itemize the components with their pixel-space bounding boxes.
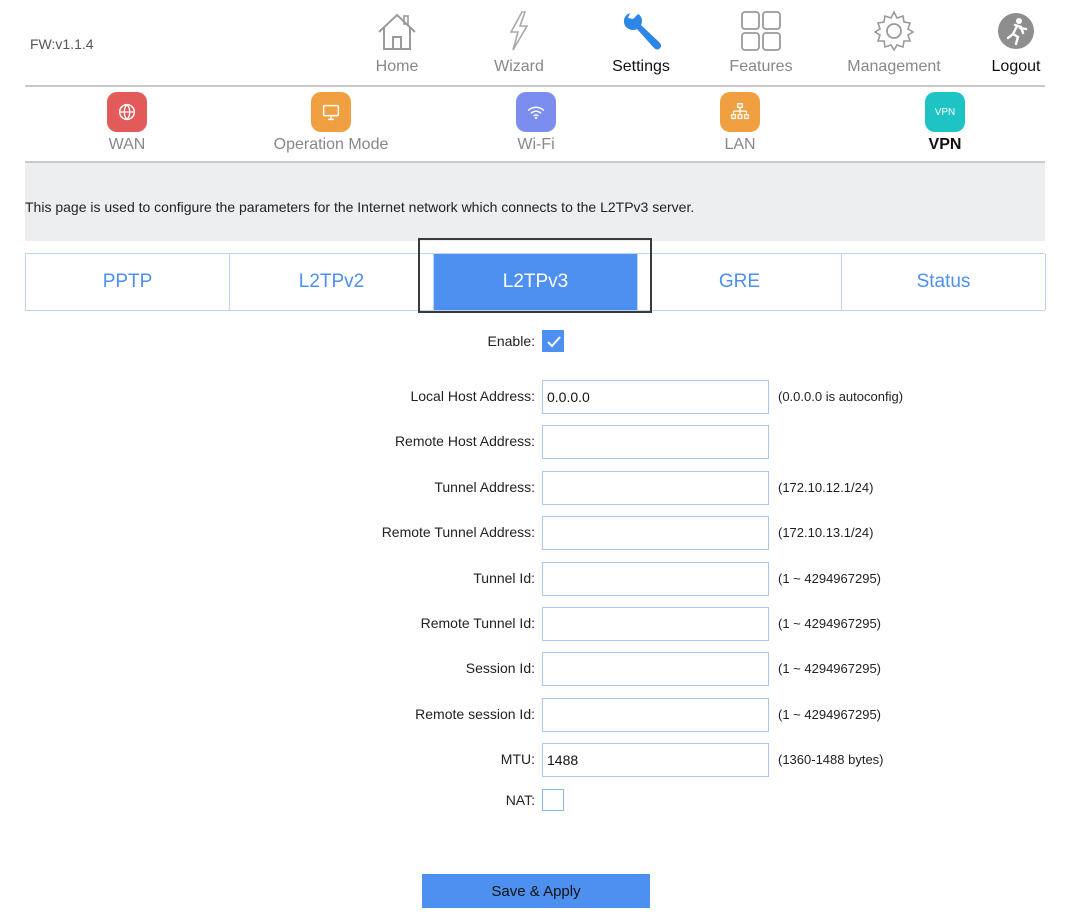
vpn-icon: VPN <box>925 92 965 132</box>
tunnel-address-input[interactable] <box>542 471 769 505</box>
tunnel-id-hint: (1 ~ 4294967295) <box>778 571 882 586</box>
enable-row: Enable: <box>0 326 1070 360</box>
save-apply-button[interactable]: Save & Apply <box>422 874 650 908</box>
remote-tunnel-id-hint: (1 ~ 4294967295) <box>778 616 882 631</box>
top-bar: FW:v1.1.4 Home Wizard Settings Features <box>0 0 1070 86</box>
info-banner: This page is used to configure the param… <box>25 163 1045 241</box>
nav-management-label: Management <box>847 58 941 75</box>
session-id-input[interactable] <box>542 652 769 686</box>
home-icon <box>378 13 416 50</box>
nav-logout-label: Logout <box>991 58 1041 75</box>
tab-gre[interactable]: GRE <box>638 254 842 310</box>
tunnel-address-label: Tunnel Address: <box>434 479 535 495</box>
wrench-icon <box>623 13 662 50</box>
tab-l2tpv3[interactable]: L2TPv3 <box>434 254 638 310</box>
tab-l2tpv2[interactable]: L2TPv2 <box>230 254 434 310</box>
subnav-lan[interactable]: LAN <box>665 88 815 160</box>
tunnel-id-label: Tunnel Id: <box>473 570 535 586</box>
tunnel-address-hint: (172.10.12.1/24) <box>778 480 874 495</box>
network-icon <box>720 92 760 132</box>
local-host-address-hint: (0.0.0.0 is autoconfig) <box>778 389 904 404</box>
firmware-version: FW:v1.1.4 <box>30 36 94 52</box>
nav-features[interactable]: Features <box>706 0 816 86</box>
globe-icon <box>107 92 147 132</box>
tunnel-id-row: Tunnel Id: (1 ~ 4294967295) <box>0 562 1070 596</box>
remote-session-id-input[interactable] <box>542 698 769 732</box>
nav-features-label: Features <box>729 58 793 75</box>
vpn-icon-text: VPN <box>934 106 956 118</box>
local-host-address-input[interactable] <box>542 380 769 414</box>
nav-management[interactable]: Management <box>838 0 950 86</box>
nav-wizard[interactable]: Wizard <box>464 0 574 86</box>
nat-row: NAT: <box>0 786 1070 820</box>
subnav-wifi-label: Wi-Fi <box>517 136 555 153</box>
wifi-icon <box>516 92 556 132</box>
nat-checkbox[interactable] <box>542 789 564 811</box>
remote-tunnel-address-input[interactable] <box>542 516 769 550</box>
grid-icon <box>741 11 781 51</box>
subnav-wan[interactable]: WAN <box>52 88 202 160</box>
enable-checkbox[interactable] <box>542 330 564 352</box>
local-host-address-row: Local Host Address: (0.0.0.0 is autoconf… <box>0 380 1070 414</box>
tab-pptp[interactable]: PPTP <box>26 254 230 310</box>
tab-status[interactable]: Status <box>842 254 1046 310</box>
session-id-hint: (1 ~ 4294967295) <box>778 661 882 676</box>
session-id-label: Session Id: <box>465 660 535 676</box>
local-host-address-label: Local Host Address: <box>410 388 535 404</box>
remote-tunnel-address-hint: (172.10.13.1/24) <box>778 525 874 540</box>
monitor-icon <box>311 92 351 132</box>
subnav-vpn-label: VPN <box>928 136 962 153</box>
enable-label: Enable: <box>487 333 535 349</box>
checkmark-icon <box>547 336 561 348</box>
info-text: This page is used to configure the param… <box>25 199 695 215</box>
remote-tunnel-address-label: Remote Tunnel Address: <box>381 524 535 540</box>
gear-icon <box>873 10 915 52</box>
wizard-icon <box>509 11 529 51</box>
remote-session-id-label: Remote session Id: <box>415 706 535 722</box>
mtu-input[interactable] <box>542 743 769 777</box>
nav-logout[interactable]: Logout <box>964 0 1068 86</box>
remote-tunnel-address-row: Remote Tunnel Address: (172.10.13.1/24) <box>0 516 1070 550</box>
remote-host-address-label: Remote Host Address: <box>394 433 535 449</box>
logout-icon <box>998 13 1034 49</box>
nav-home-label: Home <box>375 58 419 75</box>
remote-session-id-row: Remote session Id: (1 ~ 4294967295) <box>0 698 1070 732</box>
subnav-operation-mode[interactable]: Operation Mode <box>256 88 406 160</box>
remote-host-address-row: Remote Host Address: <box>0 425 1070 459</box>
remote-host-address-input[interactable] <box>542 425 769 459</box>
remote-tunnel-id-row: Remote Tunnel Id: (1 ~ 4294967295) <box>0 607 1070 641</box>
nav-settings-label: Settings <box>612 58 670 75</box>
mtu-row: MTU: (1360-1488 bytes) <box>0 743 1070 777</box>
remote-tunnel-id-label: Remote Tunnel Id: <box>420 615 535 631</box>
nat-label: NAT: <box>505 792 535 808</box>
subnav-wifi[interactable]: Wi-Fi <box>461 88 611 160</box>
tunnel-id-input[interactable] <box>542 562 769 596</box>
mtu-label: MTU: <box>500 751 535 767</box>
subnav-vpn[interactable]: VPN VPN <box>870 88 1020 160</box>
remote-tunnel-id-input[interactable] <box>542 607 769 641</box>
subnav-lan-label: LAN <box>724 136 756 153</box>
nav-settings[interactable]: Settings <box>586 0 696 86</box>
mtu-hint: (1360-1488 bytes) <box>778 752 884 767</box>
session-id-row: Session Id: (1 ~ 4294967295) <box>0 652 1070 686</box>
subnav-operation-mode-label: Operation Mode <box>273 136 389 153</box>
tunnel-address-row: Tunnel Address: (172.10.12.1/24) <box>0 471 1070 505</box>
nav-wizard-label: Wizard <box>494 58 544 75</box>
header-divider <box>25 85 1045 87</box>
vpn-tabs: PPTP L2TPv2 L2TPv3 GRE Status <box>25 253 1046 311</box>
remote-session-id-hint: (1 ~ 4294967295) <box>778 707 882 722</box>
nav-home[interactable]: Home <box>342 0 452 86</box>
subnav-wan-label: WAN <box>108 136 146 153</box>
